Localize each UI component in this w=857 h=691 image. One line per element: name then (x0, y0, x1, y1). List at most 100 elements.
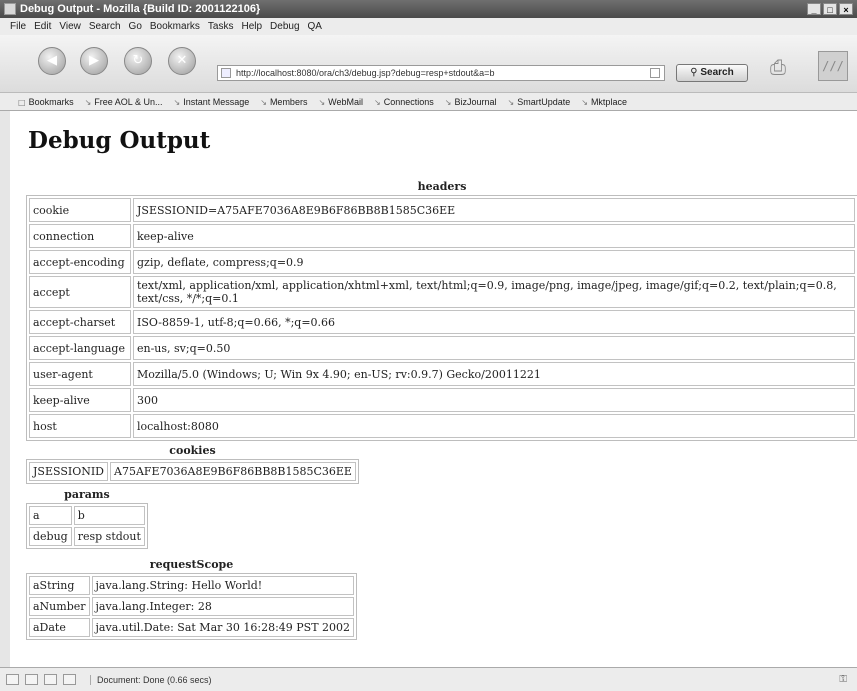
bookmark-page-icon[interactable] (650, 68, 660, 78)
menu-view[interactable]: View (59, 21, 81, 32)
search-button[interactable]: ⚲ Search (676, 64, 748, 82)
headers-caption: headers (417, 180, 467, 193)
menu-go[interactable]: Go (129, 21, 142, 32)
search-icon: ⚲ (690, 67, 698, 78)
security-icon[interactable]: ⚿ (839, 674, 847, 685)
menu-debug[interactable]: Debug (270, 21, 299, 32)
window-controls: _ □ × (807, 3, 853, 15)
back-arrow-icon: ◀ (47, 53, 57, 68)
table-row: debug resp stdout (29, 527, 145, 546)
bookmark-item[interactable]: SmartUpdate (508, 97, 570, 107)
header-name: host (29, 414, 131, 438)
header-value: localhost:8080 (133, 414, 855, 438)
table-row: user-agent Mozilla/5.0 (Windows; U; Win 9… (29, 362, 855, 386)
throbber-icon[interactable]: /// (818, 51, 848, 81)
table-row: keep-alive 300 (29, 388, 855, 412)
table-row: ab (29, 506, 145, 525)
app-icon (4, 3, 16, 15)
menu-bar: File Edit View Search Go Bookmarks Tasks… (0, 18, 857, 35)
params-caption: params (64, 488, 110, 501)
status-text: Document: Done (0.66 secs) (90, 674, 212, 685)
window-title: Debug Output - Mozilla {Build ID: 200112… (20, 3, 261, 15)
table-row: aString java.lang.String: Hello World! (29, 576, 355, 595)
cookies-section: cookies JSESSIONID A75AFE7036A8E9B6F86BB8… (26, 443, 359, 484)
attribute-value: java.lang.Integer: 28 (91, 597, 355, 616)
bookmark-item[interactable]: BizJournal (445, 97, 496, 107)
page-title: Debug Output (28, 127, 211, 154)
mail-icon[interactable] (25, 674, 38, 685)
header-value: JSESSIONID=A75AFE7036A8E9B6F86BB8B1585C3… (133, 198, 855, 222)
request-scope-section: requestScope aString java.lang.String: He… (26, 557, 358, 640)
bookmark-item[interactable]: WebMail (318, 97, 363, 107)
params-section: params ab debug resp stdout (26, 487, 148, 549)
composer-icon[interactable] (44, 674, 57, 685)
close-button[interactable]: × (839, 3, 853, 15)
header-value: Mozilla/5.0 (Windows; U; Win 9x 4.90; en… (133, 362, 855, 386)
menu-bookmarks[interactable]: Bookmarks (150, 21, 200, 32)
header-name: accept-charset (29, 310, 131, 334)
cookie-value: A75AFE7036A8E9B6F86BB8B1585C36EE (110, 462, 356, 481)
personal-toolbar: Bookmarks Free AOL & Un... Instant Messa… (0, 93, 857, 111)
stop-icon: ✕ (176, 53, 188, 68)
header-name: accept (29, 276, 131, 308)
maximize-button[interactable]: □ (823, 3, 837, 15)
attribute-name: aDate (29, 618, 90, 637)
menu-edit[interactable]: Edit (34, 21, 51, 32)
attribute-name: aNumber (29, 597, 90, 616)
attribute-value: java.util.Date: Sat Mar 30 16:28:49 PST … (91, 618, 355, 637)
search-button-label: Search (700, 67, 734, 78)
url-text: http://localhost:8080/ora/ch3/debug.jsp?… (236, 68, 495, 78)
param-value: resp stdout (73, 527, 145, 546)
header-value: en-us, sv;q=0.50 (133, 336, 855, 360)
minimize-button[interactable]: _ (807, 3, 821, 15)
bookmark-item[interactable]: Instant Message (173, 97, 249, 107)
page-icon (221, 68, 231, 78)
headers-section: headers cookie JSESSIONID=A75AFE7036A8E9B… (26, 179, 857, 441)
menu-help[interactable]: Help (241, 21, 262, 32)
status-bar: Document: Done (0.66 secs) ⚿ (0, 667, 857, 691)
table-row: aDate java.util.Date: Sat Mar 30 16:28:49… (29, 618, 355, 637)
navigator-icon[interactable] (6, 674, 19, 685)
title-bar: Debug Output - Mozilla {Build ID: 200112… (0, 0, 857, 18)
address-book-icon[interactable] (63, 674, 76, 685)
stop-button[interactable]: ✕ (168, 47, 196, 75)
menu-file[interactable]: File (10, 21, 26, 32)
forward-button[interactable]: ▶ (80, 47, 108, 75)
menu-search[interactable]: Search (89, 21, 121, 32)
menu-tasks[interactable]: Tasks (208, 21, 234, 32)
table-row: connection keep-alive (29, 224, 855, 248)
bookmark-item[interactable]: Bookmarks (18, 97, 74, 107)
attribute-name: aString (29, 576, 90, 595)
bookmark-item[interactable]: Members (260, 97, 308, 107)
menu-qa[interactable]: QA (308, 21, 322, 32)
table-row: cookie JSESSIONID=A75AFE7036A8E9B6F86BB8B… (29, 198, 855, 222)
bookmark-item[interactable]: Free AOL & Un... (85, 97, 162, 107)
url-field[interactable]: http://localhost:8080/ora/ch3/debug.jsp?… (217, 65, 665, 81)
header-name: connection (29, 224, 131, 248)
param-value: b (73, 506, 145, 525)
cookies-table: JSESSIONID A75AFE7036A8E9B6F86BB8B1585C36… (26, 459, 359, 484)
header-value: gzip, deflate, compress;q=0.9 (133, 250, 855, 274)
back-button[interactable]: ◀ (38, 47, 66, 75)
cookies-caption: cookies (169, 444, 216, 457)
header-value: 300 (133, 388, 855, 412)
bookmark-item[interactable]: Connections (374, 97, 434, 107)
table-row: accept-encoding gzip, deflate, compress;q… (29, 250, 855, 274)
bookmark-item[interactable]: Mktplace (581, 97, 627, 107)
header-name: user-agent (29, 362, 131, 386)
table-row: host localhost:8080 (29, 414, 855, 438)
print-icon[interactable]: ⎙ (770, 55, 802, 79)
header-value: text/xml, application/xml, application/x… (133, 276, 855, 308)
navigation-toolbar: ◀ ▶ ↻ ✕ http://localhost:8080/ora/ch3/de… (0, 35, 857, 93)
reload-button[interactable]: ↻ (124, 47, 152, 75)
header-name: accept-language (29, 336, 131, 360)
cookie-name: JSESSIONID (29, 462, 109, 481)
request-scope-table: aString java.lang.String: Hello World! aN… (26, 573, 358, 640)
header-name: accept-encoding (29, 250, 131, 274)
header-name: keep-alive (29, 388, 131, 412)
header-name: cookie (29, 198, 131, 222)
param-name: a (29, 506, 72, 525)
header-value: keep-alive (133, 224, 855, 248)
params-table: ab debug resp stdout (26, 503, 148, 549)
table-row: accept text/xml, application/xml, applica… (29, 276, 855, 308)
